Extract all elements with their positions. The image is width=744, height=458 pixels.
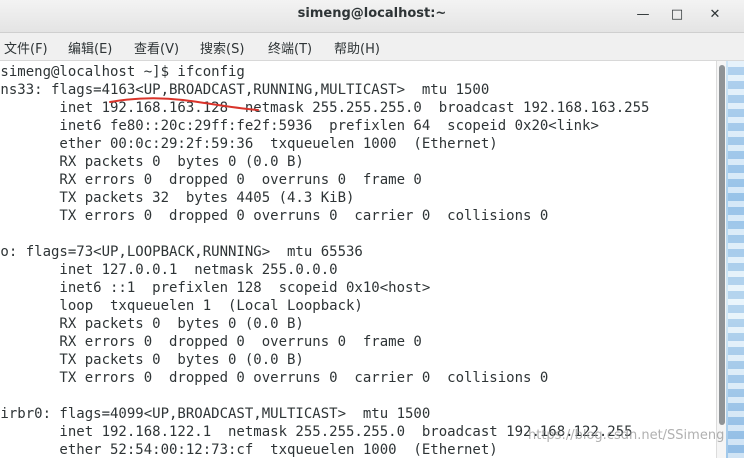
- menu-terminal[interactable]: 终端(T): [268, 38, 312, 57]
- terminal-line: [simeng@localhost ~]$ ifconfig: [0, 64, 245, 80]
- terminal-line: ens33: flags=4163<UP,BROADCAST,RUNNING,M…: [0, 82, 490, 98]
- terminal-line: inet 127.0.0.1 netmask 255.0.0.0: [0, 262, 338, 278]
- terminal-window: simeng@localhost:~ — □ ✕ 文件(F) 编辑(E) 查看(…: [0, 0, 744, 458]
- terminal-line: inet 192.168.163.128 netmask 255.255.255…: [0, 100, 650, 116]
- terminal-line: RX errors 0 dropped 0 overruns 0 frame 0: [0, 172, 422, 188]
- scroll-track[interactable]: [716, 61, 726, 458]
- close-button[interactable]: ✕: [703, 4, 727, 26]
- scroll-thumb[interactable]: [719, 65, 725, 425]
- terminal-line: ether 52:54:00:12:73:cf txqueuelen 1000 …: [0, 442, 498, 458]
- terminal-line: TX packets 0 bytes 0 (0.0 B): [0, 352, 304, 368]
- terminal-line: TX errors 0 dropped 0 overruns 0 carrier…: [0, 370, 549, 386]
- menu-file[interactable]: 文件(F): [4, 38, 48, 57]
- terminal-line: inet6 fe80::20c:29ff:fe2f:5936 prefixlen…: [0, 118, 599, 134]
- menu-search[interactable]: 搜索(S): [200, 38, 244, 57]
- terminal-line: RX packets 0 bytes 0 (0.0 B): [0, 316, 304, 332]
- terminal-line: inet6 ::1 prefixlen 128 scopeid 0x10<hos…: [0, 280, 431, 296]
- menu-help[interactable]: 帮助(H): [334, 38, 380, 57]
- terminal-line: lo: flags=73<UP,LOOPBACK,RUNNING> mtu 65…: [0, 244, 363, 260]
- terminal-line: virbr0: flags=4099<UP,BROADCAST,MULTICAS…: [0, 406, 431, 422]
- terminal-line: TX packets 32 bytes 4405 (4.3 KiB): [0, 190, 355, 206]
- menu-bar: 文件(F) 编辑(E) 查看(V) 搜索(S) 终端(T) 帮助(H): [0, 33, 744, 61]
- terminal-line: RX packets 0 bytes 0 (0.0 B): [0, 154, 304, 170]
- menu-view[interactable]: 查看(V): [134, 38, 179, 57]
- title-bar[interactable]: simeng@localhost:~ — □ ✕: [0, 0, 744, 33]
- terminal-line: ether 00:0c:29:2f:59:36 txqueuelen 1000 …: [0, 136, 498, 152]
- terminal-output[interactable]: [simeng@localhost ~]$ ifconfig ens33: fl…: [0, 61, 716, 458]
- menu-edit[interactable]: 编辑(E): [68, 38, 112, 57]
- maximize-button[interactable]: □: [665, 4, 689, 26]
- scrollbar[interactable]: [716, 61, 744, 458]
- watermark: https://blog.csdn.net/SSimeng: [528, 428, 725, 443]
- minimize-button[interactable]: —: [631, 4, 655, 26]
- terminal-line: TX errors 0 dropped 0 overruns 0 carrier…: [0, 208, 549, 224]
- terminal-line: loop txqueuelen 1 (Local Loopback): [0, 298, 363, 314]
- desktop-background-strip: [728, 61, 744, 458]
- terminal-line: RX errors 0 dropped 0 overruns 0 frame 0: [0, 334, 422, 350]
